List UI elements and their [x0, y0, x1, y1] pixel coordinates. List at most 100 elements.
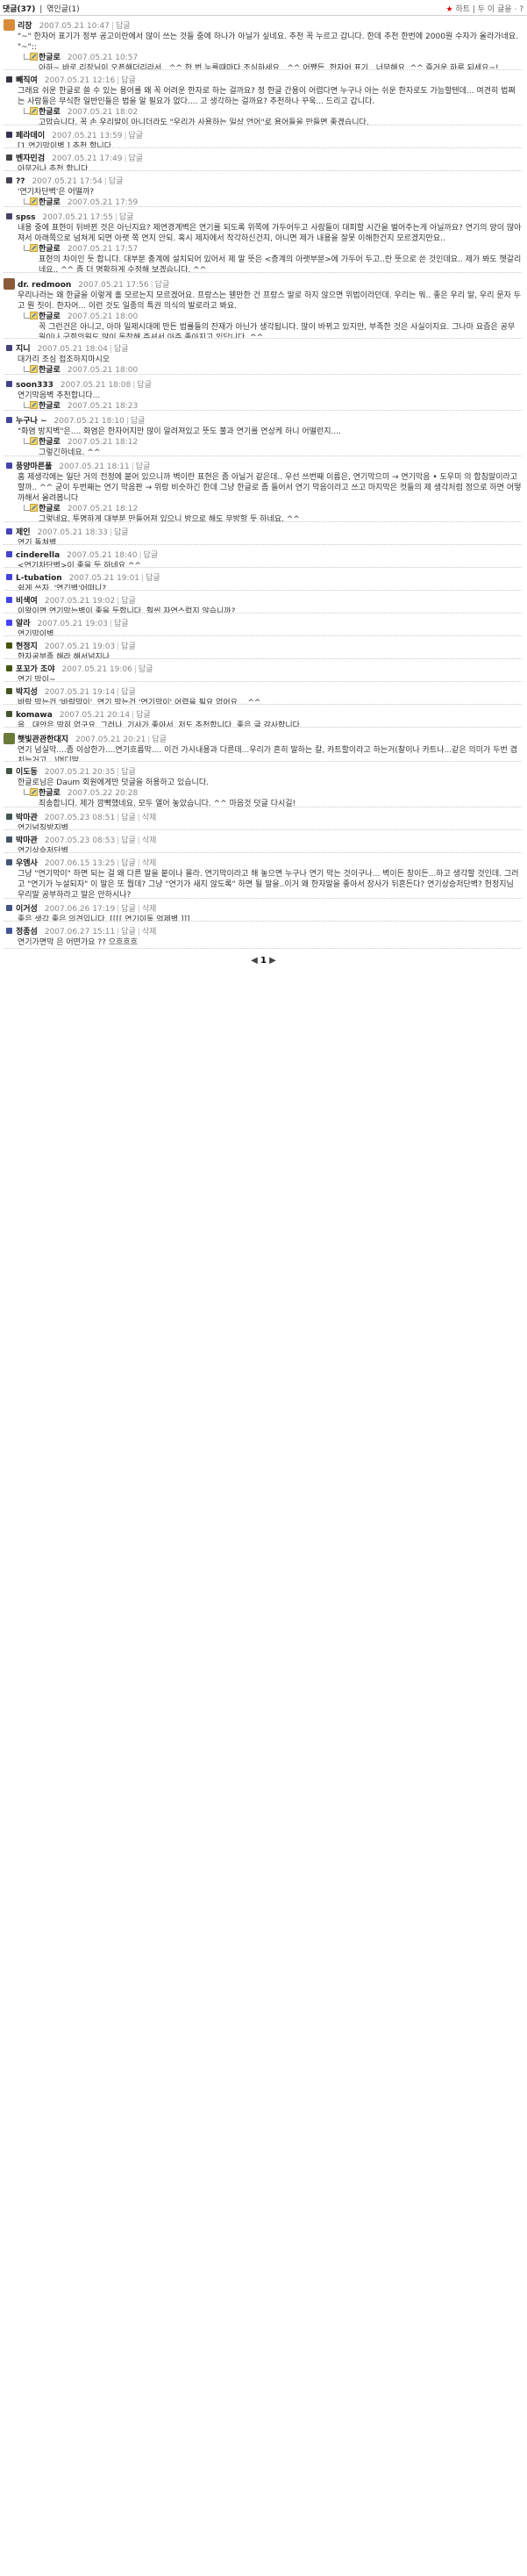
comment-author[interactable]: soon333	[16, 381, 53, 390]
reply-author[interactable]: 한글로	[39, 789, 61, 798]
reply-date: 2007.05.21 18:12	[67, 438, 139, 447]
reply-author[interactable]: 한글로	[39, 312, 61, 321]
heart-icon[interactable]: ★	[446, 5, 453, 14]
comment-author[interactable]: 박마관	[16, 814, 38, 822]
reply-link[interactable]: 답글	[121, 836, 136, 845]
reply-author[interactable]: 한글로	[39, 245, 61, 254]
reply-link[interactable]: 답글	[114, 528, 129, 537]
comment-author[interactable]: 제인	[16, 528, 31, 537]
comment-author[interactable]: 햇빛관관한대지	[18, 735, 68, 744]
meta-divider: |	[137, 814, 140, 822]
reply-arrow-icon	[24, 789, 30, 795]
reply-link[interactable]: 답글	[114, 345, 129, 354]
reply-link[interactable]: 답글	[121, 597, 136, 606]
reply-header: 한글로 2007.05.21 17:59	[18, 197, 522, 207]
delete-link[interactable]: 삭제	[142, 859, 157, 868]
comment-author[interactable]: 우엠사	[16, 859, 38, 868]
reply-link[interactable]: 답글	[137, 381, 152, 390]
comment-date: 2007.05.21 19:01	[68, 574, 140, 583]
reply-link[interactable]: 답글	[121, 905, 136, 914]
reply-link[interactable]: 답글	[121, 814, 136, 822]
reply-link[interactable]: 답글	[116, 22, 131, 31]
reply-link[interactable]: 답글	[139, 665, 153, 674]
meta-divider: |	[117, 642, 120, 651]
comment-author[interactable]: 지니	[16, 345, 31, 354]
reply-author[interactable]: 한글로	[39, 54, 61, 62]
reply-arrow-icon	[24, 198, 30, 205]
reply-author[interactable]: 한글로	[39, 438, 61, 447]
comment-author[interactable]: 알라	[16, 620, 31, 628]
delete-link[interactable]: 삭제	[142, 814, 157, 822]
reply-link[interactable]: 답글	[121, 768, 136, 777]
comment-meta: 2007.05.21 18:11 | 답글	[59, 463, 150, 471]
comment-author[interactable]: 이도동	[16, 768, 38, 777]
reply-link[interactable]: 답글	[119, 213, 134, 222]
delete-link[interactable]: 삭제	[142, 836, 157, 845]
comment-date: 2007.05.21 18:11	[59, 463, 130, 471]
delete-link[interactable]: 삭제	[142, 928, 157, 936]
reply-link[interactable]: 답글	[121, 928, 136, 936]
comment-author[interactable]: 누구나 ~	[16, 417, 47, 426]
comment-author[interactable]: 박마관	[16, 836, 38, 845]
reply-link[interactable]: 답글	[121, 76, 136, 85]
comment-author[interactable]: dr. redmoon	[18, 281, 71, 290]
comment-header: spss 2007.05.21 17:55 | 답글	[4, 212, 522, 223]
comment-header: 햇빛관관한대지 2007.05.21 20:21 | 답글	[4, 733, 522, 745]
share-links[interactable]: | 두 이 글을 · ?	[473, 5, 523, 14]
reply-date: 2007.05.21 17:59	[67, 198, 139, 207]
comment-author[interactable]: cinderella	[16, 551, 60, 560]
comment-author[interactable]: ??	[16, 177, 25, 186]
topbar-actions: ★ 하트 | 두 이 글을 · ?	[446, 3, 524, 14]
reply-link[interactable]: 답글	[144, 551, 159, 560]
comment-author[interactable]: 포꼬가 조야	[16, 665, 55, 674]
comment-author[interactable]: komawa	[16, 711, 53, 720]
reply-author[interactable]: 한글로	[39, 366, 61, 374]
reply-text: 꼭 그런건은 아니고, 아마 일제시대에 만든 법률들의 잔재가 아닌가 생각됩…	[39, 323, 516, 339]
next-page-icon[interactable]: ▶	[269, 956, 276, 965]
reply-link[interactable]: 답글	[136, 463, 151, 471]
comment-author[interactable]: spss	[16, 213, 36, 222]
current-page[interactable]: 1	[260, 956, 267, 965]
reply-author[interactable]: 한글로	[39, 198, 61, 206]
reply-link[interactable]: 답글	[146, 574, 160, 583]
comment-author[interactable]: 현정지	[16, 642, 38, 651]
reply-link[interactable]: 답글	[129, 154, 144, 163]
reply-link[interactable]: 답글	[121, 642, 136, 651]
reply-link[interactable]: 답글	[121, 688, 136, 697]
tab-comments[interactable]: 댓글(37)	[3, 5, 35, 14]
comment-author[interactable]: 비색여	[16, 597, 38, 606]
reply-link[interactable]: 답글	[121, 859, 136, 868]
comment-author[interactable]: 빼직여	[16, 76, 38, 85]
avatar	[6, 417, 12, 423]
reply-author[interactable]: 한글로	[39, 402, 61, 410]
comment-text: 좋은 생각 좋은 의견입니다. [[[[ 연기이동 억제벽 ]]]	[18, 915, 190, 922]
comment-author[interactable]: 풍양마른풀	[16, 463, 52, 471]
comment-text: 그냥 "연기막이" 하면 되는 걸 왜 다른 말을 붙이나 몰라. 연기막이라고…	[18, 870, 519, 899]
reply-date: 2007.05.21 10:57	[67, 54, 139, 62]
reply-link[interactable]: 답글	[109, 177, 124, 186]
prev-page-icon[interactable]: ◀	[251, 956, 258, 965]
reply-link[interactable]: 답글	[136, 711, 151, 720]
meta-divider: |	[124, 132, 127, 140]
comment-author[interactable]: L-tubation	[16, 574, 62, 583]
reply-link[interactable]: 답글	[114, 620, 129, 628]
tab-trackback[interactable]: 엮인글(1)	[46, 5, 80, 14]
reply-link[interactable]: 답글	[129, 132, 144, 140]
comment-meta: 2007.05.21 17:56 | 답글	[78, 281, 169, 290]
comment-author[interactable]: 리장	[18, 22, 32, 31]
comment-author[interactable]: 벤자민검	[16, 154, 45, 163]
comment-author[interactable]: 페라데이	[16, 132, 45, 140]
heart-label[interactable]: 하트	[455, 5, 470, 14]
reply-author[interactable]: 한글로	[39, 108, 61, 117]
reply-author[interactable]: 한글로	[39, 505, 61, 513]
comment-author[interactable]: 박지성	[16, 688, 38, 697]
avatar	[6, 528, 12, 535]
reply-link[interactable]: 답글	[152, 735, 167, 744]
comment-author[interactable]: 이거성	[16, 905, 38, 914]
delete-link[interactable]: 삭제	[142, 905, 157, 914]
reply-link[interactable]: 답글	[155, 281, 170, 290]
reply-link[interactable]: 답글	[131, 417, 146, 426]
comment-item: 리장 2007.05.21 10:47 | 답글 "~" 한자어 표기가 정부 공고이란…	[4, 16, 522, 70]
comment-author[interactable]: 정종섬	[16, 928, 38, 936]
comment-date: 2007.05.21 10:47	[39, 22, 110, 31]
